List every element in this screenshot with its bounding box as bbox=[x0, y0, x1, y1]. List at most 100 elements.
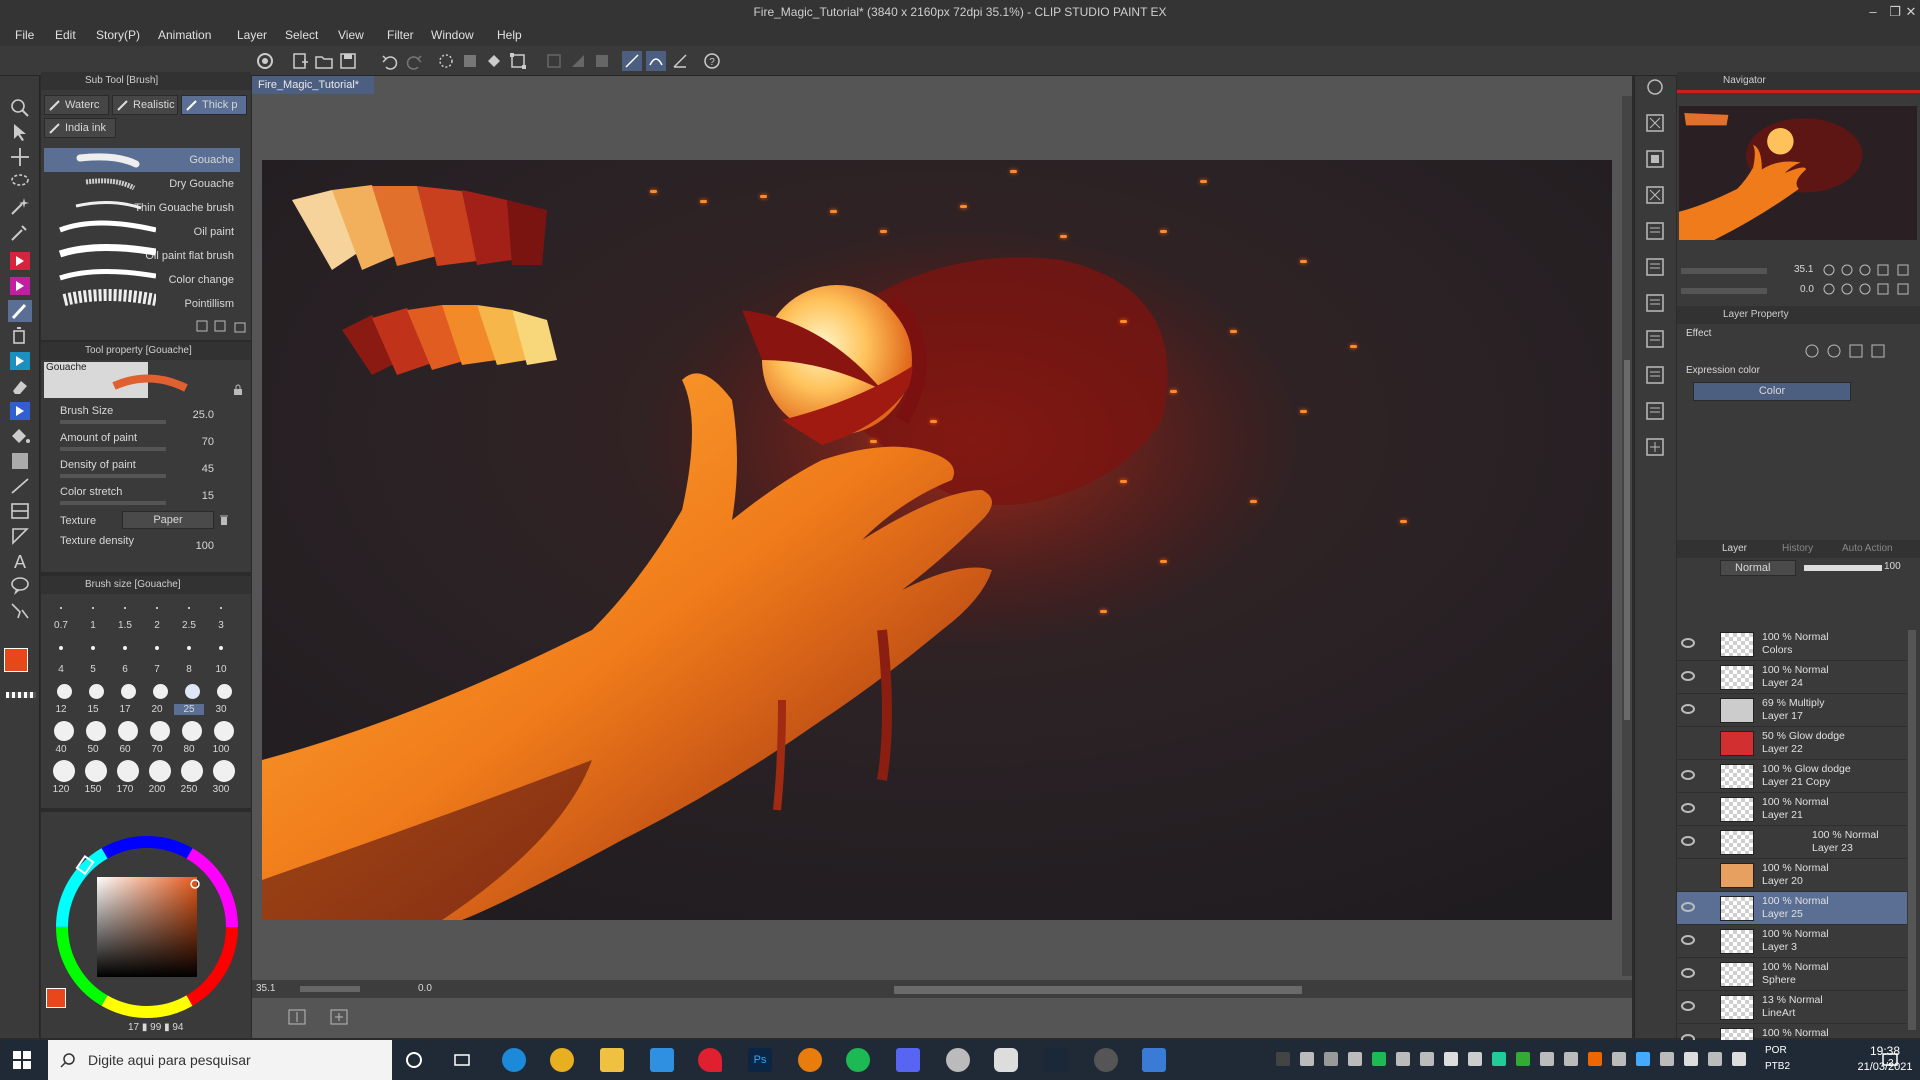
blend-mode-select[interactable]: Normal bbox=[1720, 560, 1796, 576]
brush-size-dot[interactable] bbox=[181, 760, 203, 782]
main-color-swatch[interactable] bbox=[4, 648, 28, 672]
brush-size-option[interactable]: 200 bbox=[142, 784, 172, 795]
navigator-preview[interactable] bbox=[1679, 106, 1917, 240]
brush-size-dot[interactable] bbox=[156, 607, 158, 609]
subtool-actions-icon[interactable] bbox=[195, 319, 251, 333]
document-tab[interactable]: Fire_Magic_Tutorial* bbox=[252, 76, 374, 94]
brush-size-dot[interactable] bbox=[85, 760, 107, 782]
brush-size-option[interactable]: 100 bbox=[206, 744, 236, 755]
discord-icon[interactable] bbox=[896, 1048, 920, 1072]
menu-layer[interactable]: Layer bbox=[237, 24, 267, 46]
navigator-zoom-value[interactable]: 35.1 bbox=[1794, 264, 1813, 275]
color-stretch-slider[interactable] bbox=[60, 501, 166, 505]
brush-size-dot[interactable] bbox=[214, 721, 234, 741]
brush-size-option[interactable]: 8 bbox=[174, 664, 204, 675]
brush-size-dot[interactable] bbox=[56, 683, 72, 699]
tab-auto-action[interactable]: Auto Action bbox=[1842, 543, 1893, 554]
pencil-tool-icon[interactable] bbox=[8, 275, 32, 297]
minimize-button[interactable]: – bbox=[1862, 0, 1884, 24]
fit-window-icon[interactable] bbox=[286, 1008, 308, 1026]
brush-size-option[interactable]: 250 bbox=[174, 784, 204, 795]
windows-start-icon[interactable] bbox=[12, 1050, 32, 1070]
brush-size-dot[interactable] bbox=[187, 646, 191, 650]
brush-size-option[interactable]: 12 bbox=[46, 704, 76, 715]
layer-scrollbar[interactable] bbox=[1908, 630, 1916, 1030]
visibility-eye-icon[interactable] bbox=[1681, 902, 1695, 912]
brush-size-dot[interactable] bbox=[88, 683, 104, 699]
visibility-eye-icon[interactable] bbox=[1681, 836, 1695, 846]
effect-buttons-icon[interactable] bbox=[1804, 342, 1904, 360]
airbrush-tool-icon[interactable] bbox=[8, 325, 32, 347]
file-explorer-icon[interactable] bbox=[600, 1048, 624, 1072]
brush-size-dot[interactable] bbox=[118, 721, 138, 741]
tray-icon[interactable] bbox=[1660, 1052, 1674, 1066]
brush-size-option[interactable]: 10 bbox=[206, 664, 236, 675]
search-panel-icon[interactable] bbox=[1644, 76, 1666, 98]
vertical-scroll-thumb[interactable] bbox=[1624, 360, 1630, 720]
brush-size-dot[interactable] bbox=[120, 683, 136, 699]
material-panel-3-icon[interactable] bbox=[1644, 184, 1666, 206]
wheel-main-color[interactable] bbox=[46, 988, 66, 1008]
brush-size-value[interactable]: 25.0 bbox=[170, 409, 214, 421]
task-view-icon[interactable] bbox=[452, 1050, 472, 1070]
blender-icon[interactable] bbox=[798, 1048, 822, 1072]
cortana-icon[interactable] bbox=[404, 1050, 424, 1070]
brush-size-dot[interactable] bbox=[86, 721, 106, 741]
brush-size-dot[interactable] bbox=[92, 607, 94, 609]
visibility-eye-icon[interactable] bbox=[1681, 737, 1695, 747]
tray-icon[interactable] bbox=[1492, 1052, 1506, 1066]
tray-icon[interactable] bbox=[1684, 1052, 1698, 1066]
visibility-eye-icon[interactable] bbox=[1681, 803, 1695, 813]
keyboard-layout[interactable]: PTB2 bbox=[1765, 1061, 1790, 1072]
fill-tool-icon[interactable] bbox=[8, 425, 32, 447]
snap-ruler-icon[interactable] bbox=[622, 51, 642, 71]
help-icon[interactable]: ? bbox=[702, 51, 722, 71]
opacity-value[interactable]: 100 bbox=[1884, 561, 1901, 572]
lasso-select-tool-icon[interactable] bbox=[8, 171, 32, 193]
new-file-icon[interactable] bbox=[290, 51, 310, 71]
selection-invert-icon[interactable] bbox=[568, 51, 588, 71]
expression-color-select[interactable]: Color bbox=[1693, 382, 1851, 401]
tray-icon[interactable] bbox=[1732, 1052, 1746, 1066]
menu-help[interactable]: Help bbox=[497, 24, 522, 46]
transform-icon[interactable] bbox=[508, 51, 528, 71]
brush-size-option[interactable]: 80 bbox=[174, 744, 204, 755]
edge-icon[interactable] bbox=[502, 1048, 526, 1072]
visibility-eye-icon[interactable] bbox=[1681, 968, 1695, 978]
tray-icon[interactable] bbox=[1468, 1052, 1482, 1066]
balloon-tool-icon[interactable] bbox=[8, 575, 32, 597]
brush-size-dot[interactable] bbox=[117, 760, 139, 782]
brush-size-option[interactable]: 25 bbox=[174, 704, 204, 715]
brush-size-dot[interactable] bbox=[155, 646, 159, 650]
brush-size-option[interactable]: 150 bbox=[78, 784, 108, 795]
brush-size-option[interactable]: 4 bbox=[46, 664, 76, 675]
zoom-tool-icon[interactable] bbox=[8, 96, 32, 118]
tray-icon[interactable] bbox=[1516, 1052, 1530, 1066]
material-panel-6-icon[interactable] bbox=[1644, 292, 1666, 314]
density-of-paint-slider[interactable] bbox=[60, 474, 166, 478]
undo-icon[interactable] bbox=[380, 51, 400, 71]
brush-size-option[interactable]: 1.5 bbox=[110, 620, 140, 631]
move-layer-tool-icon[interactable] bbox=[8, 146, 32, 168]
brush-size-slider[interactable] bbox=[60, 420, 166, 424]
figure-tool-icon[interactable] bbox=[8, 475, 32, 497]
tray-icon[interactable] bbox=[1276, 1052, 1290, 1066]
brush-size-option[interactable]: 0.7 bbox=[46, 620, 76, 631]
brush-size-option[interactable]: 60 bbox=[110, 744, 140, 755]
navigator-rotation-value[interactable]: 0.0 bbox=[1800, 284, 1814, 295]
brush-size-option[interactable]: 170 bbox=[110, 784, 140, 795]
tray-icon[interactable] bbox=[1540, 1052, 1554, 1066]
menu-file[interactable]: File bbox=[15, 24, 34, 46]
brush-size-option[interactable]: 120 bbox=[46, 784, 76, 795]
input-language[interactable]: POR bbox=[1765, 1045, 1787, 1056]
horizontal-scroll-thumb[interactable] bbox=[894, 986, 1302, 994]
reset-view-icon[interactable] bbox=[328, 1008, 350, 1026]
brush-size-option[interactable]: 2 bbox=[142, 620, 172, 631]
brush-size-dot[interactable] bbox=[216, 683, 232, 699]
tray-icon[interactable] bbox=[1300, 1052, 1314, 1066]
color-stretch-value[interactable]: 15 bbox=[170, 490, 214, 502]
menu-window[interactable]: Window bbox=[431, 24, 474, 46]
amount-of-paint-slider[interactable] bbox=[60, 447, 166, 451]
snap-special-ruler-icon[interactable] bbox=[646, 51, 666, 71]
clip-studio-icon[interactable] bbox=[255, 51, 275, 71]
